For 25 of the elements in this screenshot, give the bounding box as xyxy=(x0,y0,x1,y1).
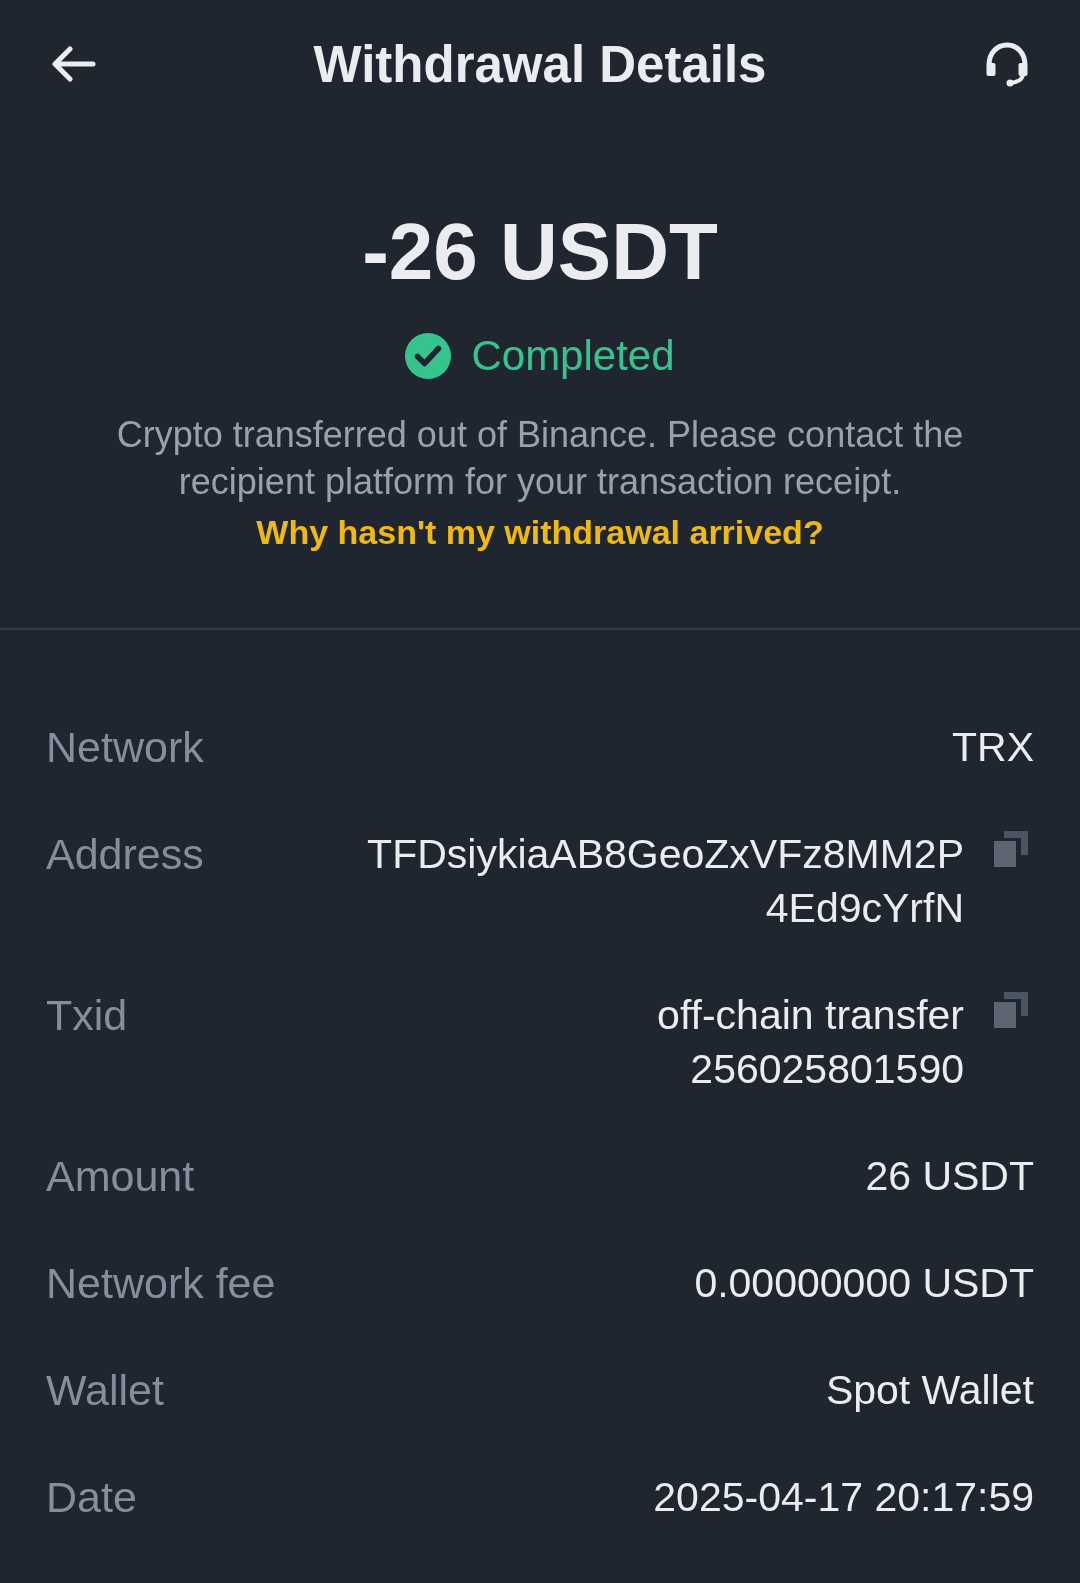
detail-value: 26 USDT xyxy=(865,1152,1034,1201)
detail-value: Spot Wallet xyxy=(825,1366,1034,1415)
detail-label: Txid xyxy=(46,990,128,1041)
support-button[interactable] xyxy=(984,41,1030,87)
back-arrow-icon xyxy=(52,46,96,82)
status-label: Completed xyxy=(471,335,675,377)
detail-label: Date xyxy=(46,1472,137,1523)
help-link[interactable]: Why hasn't my withdrawal arrived? xyxy=(256,509,824,556)
detail-label: Wallet xyxy=(46,1365,164,1416)
detail-value: 0.00000000 USDT xyxy=(694,1259,1034,1308)
withdrawal-amount: -26 USDT xyxy=(362,212,718,292)
detail-value: TFDsiykiaAB8GeoZxVFz8MM2P 4Ed9cYrfN xyxy=(367,830,964,933)
page-title: Withdrawal Details xyxy=(313,38,767,90)
detail-label: Address xyxy=(46,829,204,880)
detail-value: off-chain transfer 256025801590 xyxy=(657,991,964,1094)
copy-icon[interactable] xyxy=(994,831,1028,867)
transfer-description: Crypto transferred out of Binance. Please contact the recipient platform for your transaction receipt. xyxy=(115,413,965,504)
copy-icon[interactable] xyxy=(994,992,1028,1028)
detail-label: Network xyxy=(46,722,204,773)
headset-icon xyxy=(984,41,1030,87)
detail-value: TRX xyxy=(952,723,1034,772)
detail-value: 2025-04-17 20:17:59 xyxy=(653,1473,1034,1522)
detail-label: Network fee xyxy=(46,1258,276,1309)
back-button[interactable] xyxy=(52,46,96,82)
detail-label: Amount xyxy=(46,1151,195,1202)
